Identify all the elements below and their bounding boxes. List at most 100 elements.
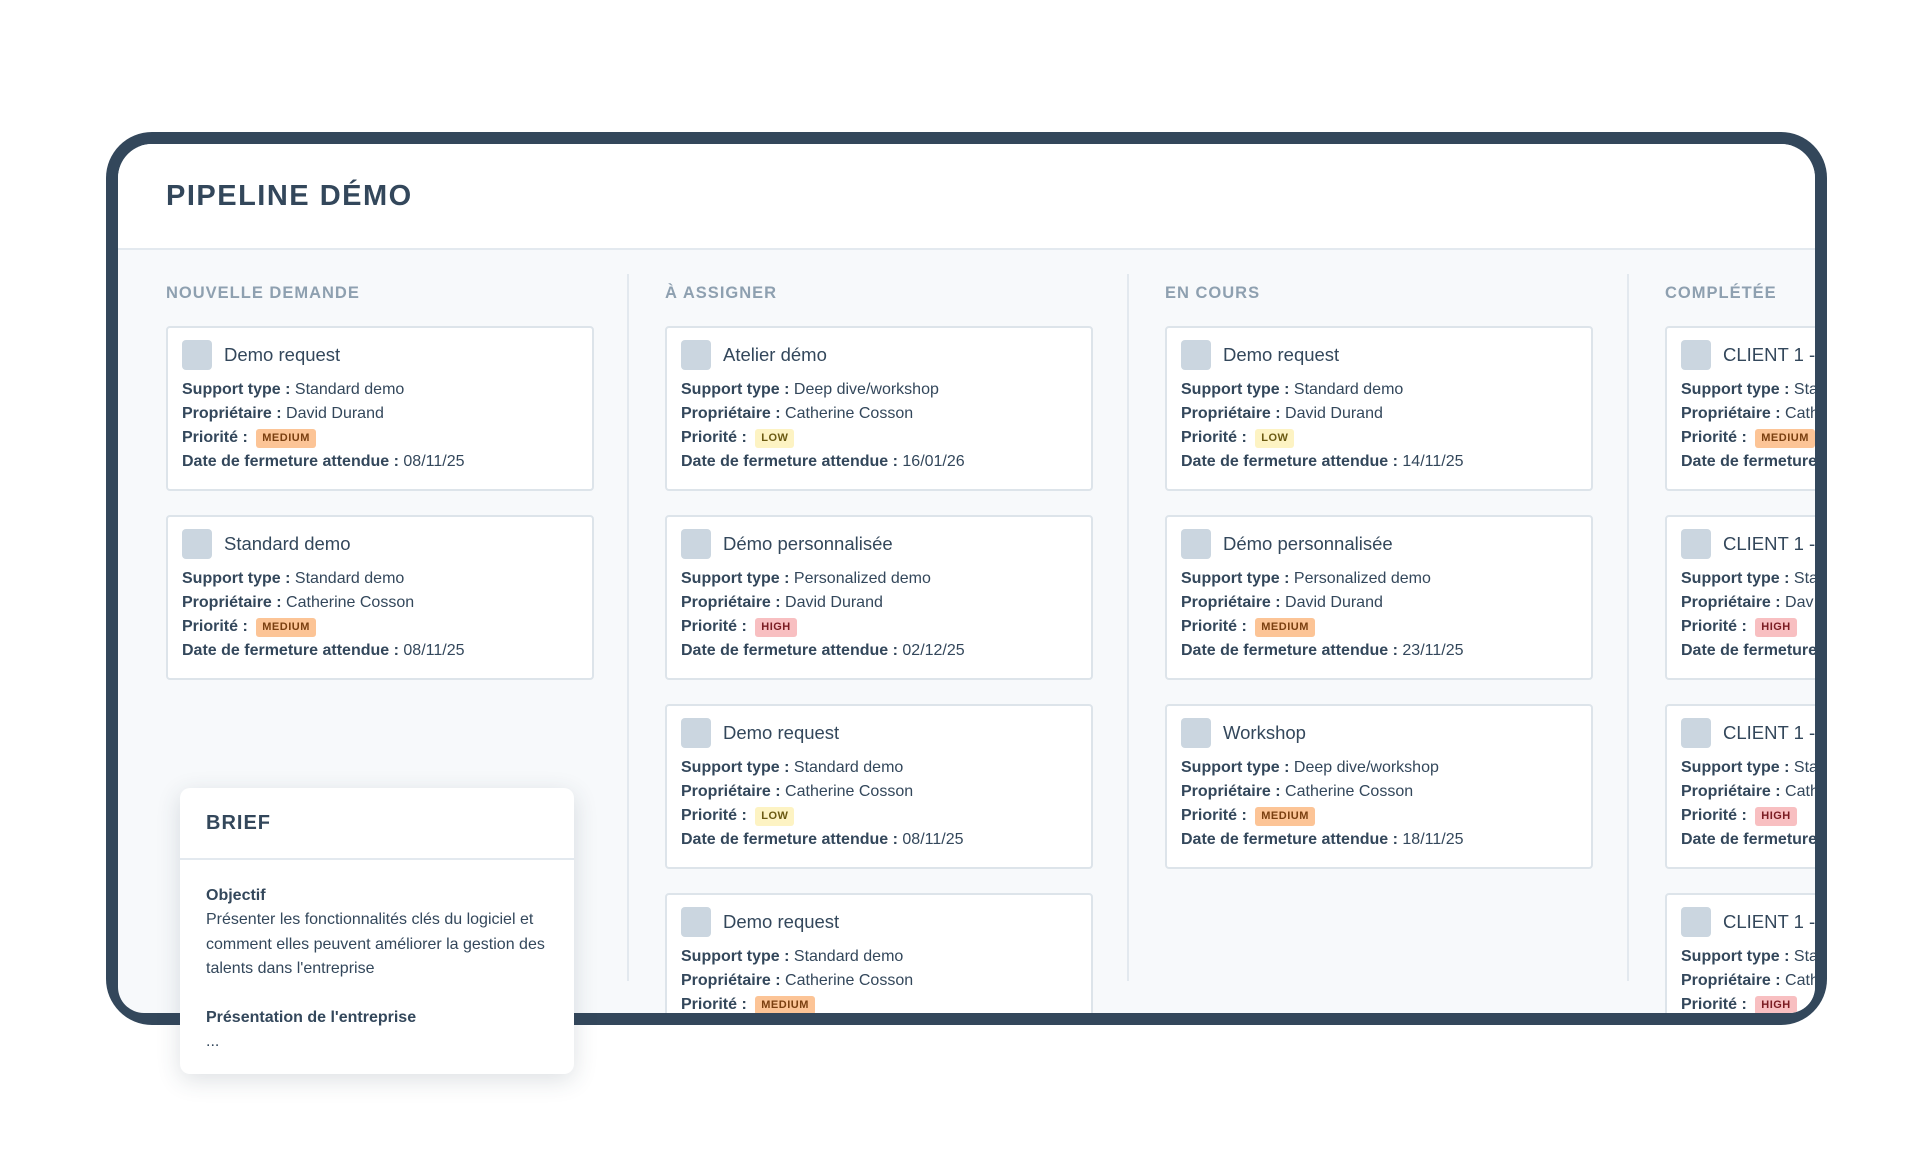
owner-label: Propriétaire : <box>1681 594 1781 611</box>
close-date-value: 18/11/25 <box>1402 831 1464 848</box>
card-priority: Priorité : MEDIUM <box>182 426 578 450</box>
priority-label: Priorité : <box>1681 807 1747 824</box>
card-checkbox[interactable] <box>681 718 711 748</box>
owner-value: Cath <box>1785 783 1815 800</box>
close-date-label: Date de fermeture attendue : <box>182 453 399 470</box>
deal-card[interactable]: CLIENT 1 - Support type : Sta Propriétaire… <box>1665 893 1815 1013</box>
deal-card[interactable]: Demo request Support type : Standard demo… <box>1165 326 1593 491</box>
priority-badge: HIGH <box>1755 807 1797 826</box>
card-priority: Priorité : LOW <box>1181 426 1577 450</box>
priority-label: Priorité : <box>1681 618 1747 635</box>
priority-label: Priorité : <box>182 618 248 635</box>
deal-card[interactable]: Demo request Support type : Standard demo… <box>665 893 1093 1013</box>
support-type-label: Support type : <box>681 381 790 398</box>
brief-header: BRIEF <box>180 788 574 860</box>
owner-value: Catherine Cosson <box>785 972 914 989</box>
card-priority: Priorité : LOW <box>681 804 1077 828</box>
close-date-label: Date de fermeture attendue : <box>1681 453 1815 470</box>
card-header: CLIENT 1 - <box>1681 529 1815 559</box>
deal-card[interactable]: Atelier démo Support type : Deep dive/wor… <box>665 326 1093 491</box>
deal-card[interactable]: CLIENT 1 - Support type : Sta Propriétaire… <box>1665 515 1815 680</box>
deal-card[interactable]: Workshop Support type : Deep dive/worksho… <box>1165 704 1593 869</box>
card-close-date: Date de fermeture attendue : 08/11/25 <box>182 639 578 663</box>
card-close-date: Date de fermeture attendue : 16/01/26 <box>681 450 1077 474</box>
support-type-label: Support type : <box>1681 948 1790 965</box>
deal-card[interactable]: Standard demo Support type : Standard dem… <box>166 515 594 680</box>
priority-label: Priorité : <box>1181 429 1247 446</box>
card-header: Démo personnalisée <box>681 529 1077 559</box>
owner-value: Dav <box>1785 594 1814 611</box>
card-checkbox[interactable] <box>1681 340 1711 370</box>
priority-badge: LOW <box>755 807 795 826</box>
card-header: Standard demo <box>182 529 578 559</box>
deal-card[interactable]: CLIENT 1 - Support type : Sta Propriétaire… <box>1665 704 1815 869</box>
deal-card[interactable]: Démo personnalisée Support type : Persona… <box>665 515 1093 680</box>
priority-label: Priorité : <box>681 618 747 635</box>
card-owner: Propriétaire : David Durand <box>681 591 1077 615</box>
priority-label: Priorité : <box>1681 996 1747 1013</box>
priority-label: Priorité : <box>182 429 248 446</box>
close-date-label: Date de fermeture attendue : <box>681 453 898 470</box>
card-title: CLIENT 1 - <box>1723 344 1815 365</box>
column-divider <box>627 274 629 981</box>
card-title: Demo request <box>1223 344 1340 365</box>
card-priority: Priorité : MEDIUM <box>182 615 578 639</box>
column-divider <box>1127 274 1129 981</box>
support-type-label: Support type : <box>182 570 291 587</box>
card-header: Demo request <box>681 907 1077 937</box>
card-checkbox[interactable] <box>681 529 711 559</box>
owner-label: Propriétaire : <box>182 594 282 611</box>
owner-value: Catherine Cosson <box>1285 783 1414 800</box>
deal-card[interactable]: CLIENT 1 - Support type : Sta Propriétaire… <box>1665 326 1815 491</box>
support-type-value: Deep dive/workshop <box>793 381 939 398</box>
card-checkbox[interactable] <box>182 529 212 559</box>
card-owner: Propriétaire : Catherine Cosson <box>681 402 1077 426</box>
deal-card[interactable]: Démo personnalisée Support type : Persona… <box>1165 515 1593 680</box>
card-header: Démo personnalisée <box>1181 529 1577 559</box>
card-checkbox[interactable] <box>182 340 212 370</box>
card-checkbox[interactable] <box>681 907 711 937</box>
kanban-column: À ASSIGNER Atelier démo Support type : Dee… <box>665 250 1095 1013</box>
card-header: Demo request <box>1181 340 1577 370</box>
column-divider <box>1627 274 1629 981</box>
card-header: CLIENT 1 - <box>1681 907 1815 937</box>
support-type-label: Support type : <box>1681 381 1790 398</box>
close-date-label: Date de fermeture attendue : <box>681 642 898 659</box>
card-checkbox[interactable] <box>1181 718 1211 748</box>
card-close-date: Date de fermeture attendue : <box>1681 450 1815 474</box>
support-type-value: Sta <box>1793 948 1815 965</box>
support-type-value: Standard demo <box>793 759 904 776</box>
deal-card[interactable]: Demo request Support type : Standard demo… <box>166 326 594 491</box>
priority-label: Priorité : <box>681 807 747 824</box>
support-type-value: Standard demo <box>1293 381 1404 398</box>
deal-card[interactable]: Demo request Support type : Standard demo… <box>665 704 1093 869</box>
owner-value: Cath <box>1785 972 1815 989</box>
card-close-date: Date de fermeture attendue : 02/12/25 <box>681 639 1077 663</box>
support-type-label: Support type : <box>681 948 790 965</box>
priority-badge: MEDIUM <box>256 618 316 637</box>
card-priority: Priorité : MEDIUM <box>1181 804 1577 828</box>
card-checkbox[interactable] <box>1681 718 1711 748</box>
card-owner: Propriétaire : Catherine Cosson <box>182 591 578 615</box>
card-checkbox[interactable] <box>1681 529 1711 559</box>
support-type-label: Support type : <box>182 381 291 398</box>
card-checkbox[interactable] <box>681 340 711 370</box>
support-type-label: Support type : <box>1181 381 1290 398</box>
owner-label: Propriétaire : <box>1681 972 1781 989</box>
card-support-type: Support type : Sta <box>1681 378 1815 402</box>
card-checkbox[interactable] <box>1181 529 1211 559</box>
close-date-label: Date de fermeture attendue : <box>1681 831 1815 848</box>
owner-value: Cath <box>1785 405 1815 422</box>
card-title: Démo personnalisée <box>723 533 893 554</box>
support-type-label: Support type : <box>1181 759 1290 776</box>
card-checkbox[interactable] <box>1681 907 1711 937</box>
support-type-value: Standard demo <box>294 381 405 398</box>
close-date-label: Date de fermeture attendue : <box>1181 642 1398 659</box>
priority-badge: MEDIUM <box>1255 618 1315 637</box>
owner-label: Propriétaire : <box>1681 405 1781 422</box>
column-title: EN COURS <box>1165 284 1261 302</box>
owner-label: Propriétaire : <box>681 783 781 800</box>
card-owner: Propriétaire : Dav <box>1681 591 1815 615</box>
support-type-value: Standard demo <box>793 948 904 965</box>
card-checkbox[interactable] <box>1181 340 1211 370</box>
